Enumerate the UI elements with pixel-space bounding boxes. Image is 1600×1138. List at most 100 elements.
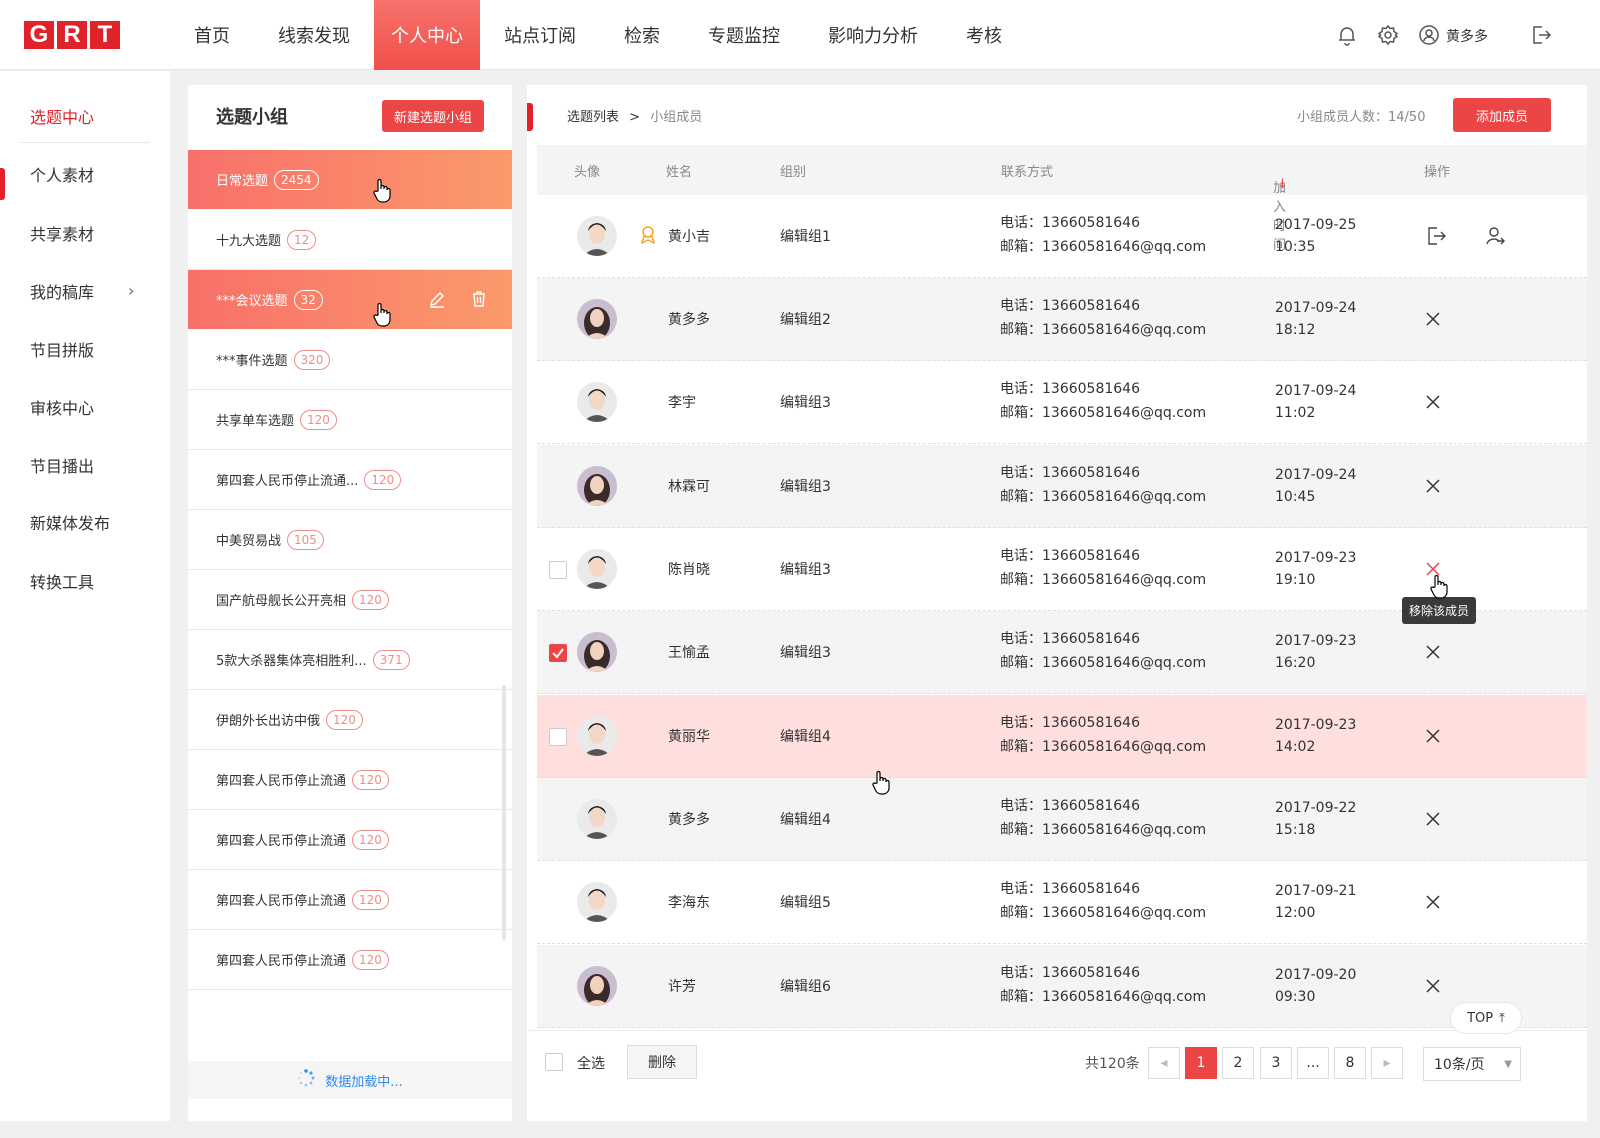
gear-icon[interactable] [1377, 24, 1399, 46]
sort-down-icon[interactable]: ↓ [1277, 177, 1288, 192]
group-item[interactable]: 国产航母舰长公开亮相 120 [188, 570, 512, 630]
table-row[interactable]: 李海东 编辑组5 电话：13660581646 邮箱：13660581646@qq.c… [537, 861, 1587, 944]
group-item[interactable]: 共享单车选题 120 [188, 390, 512, 450]
select-all-label[interactable]: 全选 [577, 1053, 605, 1073]
grt-logo[interactable]: G R T [24, 21, 120, 49]
member-name: 林霖可 [668, 479, 710, 495]
page-2[interactable]: 2 [1222, 1047, 1254, 1079]
nav-site-subscription[interactable]: 站点订阅 [480, 0, 600, 70]
sidebar-item-shared-material[interactable]: 共享素材 [30, 221, 94, 245]
join-clock: 16:20 [1275, 655, 1316, 671]
table-row[interactable]: 林霖可 编辑组3 电话：13660581646 邮箱：13660581646@qq.c… [537, 445, 1587, 528]
next-page-button[interactable]: ▸ [1371, 1047, 1403, 1079]
panel-title: 选题小组 [216, 107, 288, 128]
group-name: 第四套人民币停止流通... [216, 474, 359, 489]
member-group: 编辑组3 [780, 479, 831, 495]
group-item[interactable]: 第四套人民币停止流通 120 [188, 930, 512, 990]
remove-member-icon[interactable] [1425, 728, 1441, 748]
join-clock: 12:00 [1275, 905, 1316, 921]
row-checkbox[interactable] [549, 561, 567, 579]
group-item[interactable]: 第四套人民币停止流通 120 [188, 810, 512, 870]
group-item[interactable]: 十九大选题 12 [188, 210, 512, 270]
sidebar-item-new-media[interactable]: 新媒体发布 [30, 510, 110, 534]
group-item[interactable]: 日常选题 2454 [188, 150, 512, 210]
chevron-right-icon[interactable]: › [128, 281, 134, 300]
user-icon[interactable] [1418, 24, 1440, 46]
nav-influence-analysis[interactable]: 影响力分析 [804, 0, 942, 70]
page-3[interactable]: 3 [1260, 1047, 1292, 1079]
member-group: 编辑组2 [780, 312, 831, 328]
logout-icon[interactable] [1530, 24, 1552, 46]
member-name: 李宇 [668, 395, 696, 411]
join-time: 2017-09-24 18:12 [1275, 297, 1356, 341]
sidebar-item-my-drafts[interactable]: 我的稿库 [30, 279, 94, 303]
row-checkbox[interactable] [549, 644, 567, 662]
group-item[interactable]: ***会议选题 32 [188, 270, 512, 330]
group-item[interactable]: 伊朗外长出访中俄 120 [188, 690, 512, 750]
join-clock: 14:02 [1275, 739, 1316, 755]
remove-member-icon[interactable] [1425, 311, 1441, 331]
join-time: 2017-09-22 15:18 [1275, 797, 1356, 841]
table-row[interactable]: 黄多多 编辑组2 电话：13660581646 邮箱：13660581646@qq.c… [537, 278, 1587, 361]
remove-member-icon[interactable] [1425, 478, 1441, 498]
page-ellipsis[interactable]: ... [1297, 1047, 1329, 1079]
active-indicator [0, 168, 5, 200]
avatar [577, 549, 617, 589]
row-checkbox[interactable] [549, 728, 567, 746]
breadcrumb-parent[interactable]: 选题列表 [567, 110, 619, 125]
prev-page-button[interactable]: ◂ [1148, 1047, 1180, 1079]
table-row[interactable]: 黄小吉 编辑组1 电话：13660581646 邮箱：13660581646@qq.c… [537, 195, 1587, 278]
remove-member-icon[interactable] [1425, 394, 1441, 414]
table-row[interactable]: 黄丽华 编辑组4 电话：13660581646 邮箱：13660581646@qq.c… [537, 695, 1587, 778]
member-phone: 电话：13660581646 [1000, 215, 1140, 231]
remove-member-icon[interactable] [1425, 811, 1441, 831]
select-all-checkbox[interactable] [545, 1053, 563, 1071]
trash-icon[interactable] [470, 290, 488, 312]
new-group-button[interactable]: 新建选题小组 [382, 100, 484, 132]
sidebar-item-review-center[interactable]: 审核中心 [30, 395, 94, 419]
group-item[interactable]: 第四套人民币停止流通... 120 [188, 450, 512, 510]
remove-member-icon[interactable] [1425, 978, 1441, 998]
member-email: 邮箱：13660581646@qq.com [1000, 489, 1207, 505]
group-item[interactable]: 中美贸易战 105 [188, 510, 512, 570]
scrollbar[interactable] [502, 685, 506, 940]
member-group: 编辑组3 [780, 562, 831, 578]
nav-search[interactable]: 检索 [600, 0, 684, 70]
leader-icon [640, 225, 656, 249]
remove-member-icon[interactable] [1425, 644, 1441, 664]
member-group: 编辑组4 [780, 729, 831, 745]
nav-home[interactable]: 首页 [170, 0, 254, 70]
page-8[interactable]: 8 [1334, 1047, 1366, 1079]
back-to-top-button[interactable]: TOP ⤒ [1450, 1002, 1522, 1034]
edit-icon[interactable] [428, 290, 446, 312]
group-item[interactable]: 5款大杀器集体亮相胜利... 371 [188, 630, 512, 690]
page-size-select[interactable]: 10条/页 ▼ [1423, 1047, 1521, 1081]
table-row[interactable]: 许芳 编辑组6 电话：13660581646 邮箱：13660581646@qq.co… [537, 945, 1587, 1028]
sidebar-item-topic-center[interactable]: 选题中心 [30, 104, 94, 128]
group-item[interactable]: 第四套人民币停止流通 120 [188, 750, 512, 810]
transfer-admin-icon[interactable] [1484, 225, 1506, 251]
delete-button[interactable]: 删除 [627, 1045, 697, 1079]
top-navigation-bar: G R T 首页 线索发现 个人中心 站点订阅 检索 专题监控 影响力分析 考核… [0, 0, 1600, 70]
sidebar-item-personal-material[interactable]: 个人素材 [30, 162, 94, 186]
group-item[interactable]: 第四套人民币停止流通 120 [188, 870, 512, 930]
username[interactable]: 黄多多 [1446, 26, 1488, 46]
remove-member-icon[interactable] [1425, 894, 1441, 914]
group-item[interactable]: ***事件选题 320 [188, 330, 512, 390]
table-row[interactable]: 李宇 编辑组3 电话：13660581646 邮箱：13660581646@qq.co… [537, 361, 1587, 444]
page-1[interactable]: 1 [1185, 1047, 1217, 1079]
sidebar-item-program-broadcast[interactable]: 节目播出 [30, 453, 94, 477]
member-phone: 电话：13660581646 [1000, 465, 1140, 481]
col-operation: 操作 [1424, 165, 1451, 180]
nav-personal-center[interactable]: 个人中心 [374, 0, 480, 70]
sidebar-item-convert-tool[interactable]: 转换工具 [30, 569, 94, 593]
nav-lead-discovery[interactable]: 线索发现 [254, 0, 374, 70]
nav-assessment[interactable]: 考核 [942, 0, 1026, 70]
add-member-button[interactable]: 添加成员 [1453, 98, 1551, 132]
exit-group-icon[interactable] [1425, 225, 1447, 251]
bell-icon[interactable] [1336, 24, 1358, 46]
sidebar-item-program-layout[interactable]: 节目拼版 [30, 337, 94, 361]
count-badge: 120 [364, 469, 402, 490]
nav-topic-monitor[interactable]: 专题监控 [684, 0, 804, 70]
table-row[interactable]: 黄多多 编辑组4 电话：13660581646 邮箱：13660581646@qq.c… [537, 778, 1587, 861]
